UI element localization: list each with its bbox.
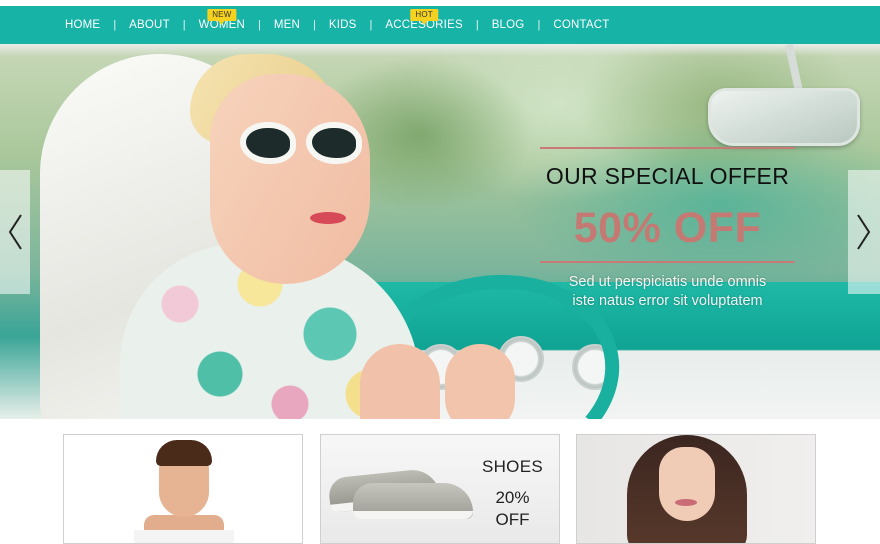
offer-description-line: iste natus error sit voluptatem [572,293,763,309]
offer-divider-bottom [540,261,795,263]
shoe-sole [353,511,473,519]
hero-windshield [0,44,880,56]
shoes-title: SHOES [481,457,543,476]
shoe-image [353,483,473,519]
chevron-left-icon [8,214,22,250]
man-shirt [134,530,234,543]
new-badge: New [207,9,237,25]
nav-separator: | [369,19,373,31]
nav-women[interactable]: New WOMEN [199,9,245,31]
nav-separator: | [313,19,316,31]
shoes-discount-off: OFF [495,510,530,529]
hero-model-lips [310,212,346,224]
offer-discount: 50% OFF [573,204,762,252]
nav-blog[interactable]: BLOG [492,19,525,31]
promo-card-women[interactable] [576,434,816,544]
sunglasses [240,122,370,170]
promo-card-shoes[interactable]: SHOES 20% OFF [320,434,560,544]
chevron-right-icon [857,214,871,250]
sunglasses-lens [306,122,362,164]
woman-face [659,447,715,521]
hero-model-arm [360,344,440,419]
nav-contact[interactable]: CONTACT [553,19,609,31]
shoes-discount: 20% OFF [482,487,543,531]
offer-description: Sed ut perspiciatis unde omnis iste natu… [540,273,795,311]
offer-divider-top [540,147,795,149]
rearview-mirror [708,88,860,146]
nav-separator: | [475,19,479,31]
shoes-discount-percent: 20% [495,488,530,507]
slider-next-button[interactable] [848,170,880,294]
nav-men[interactable]: MEN [274,19,300,31]
nav-kids[interactable]: KIDS [329,19,357,31]
sunglasses-lens [240,122,296,164]
nav-home[interactable]: HOME [65,19,100,31]
hero-model-face [210,74,370,284]
man-hair [156,440,212,466]
nav-separator: | [537,19,541,31]
offer-description-line: Sed ut perspiciatis unde omnis [568,274,767,290]
shoes-offer: SHOES 20% OFF [482,457,543,531]
main-navigation: HOME | ABOUT | New WOMEN | MEN | KIDS | … [0,6,880,44]
nav-about[interactable]: ABOUT [129,19,170,31]
woman-lips [675,499,697,506]
offer-title: OUR SPECIAL OFFER [545,163,790,189]
promo-cards: SHOES 20% OFF [0,419,880,544]
special-offer: OUR SPECIAL OFFER 50% OFF Sed ut perspic… [540,147,795,311]
slider-prev-button[interactable] [0,170,30,294]
promo-card-men[interactable] [63,434,303,544]
hero-model-hand [445,344,515,419]
nav-accesories[interactable]: Hot ACCESORIES [385,9,463,31]
nav-separator: | [258,19,261,31]
hot-badge: Hot [410,9,438,25]
hero-slider: OUR SPECIAL OFFER 50% OFF Sed ut perspic… [0,44,880,419]
nav-separator: | [113,19,117,31]
nav-separator: | [182,19,186,31]
